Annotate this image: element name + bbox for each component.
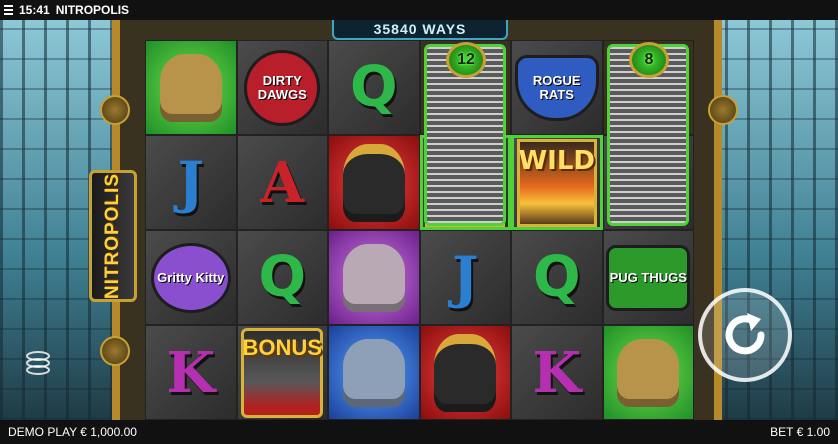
nitropolis-logo: NITROPOLIS bbox=[89, 170, 137, 302]
tower-counter-badge: 12 bbox=[446, 42, 486, 78]
reel-cell: Q bbox=[328, 40, 420, 135]
symbol-pug-icon bbox=[159, 53, 222, 122]
spin-arrow-icon bbox=[725, 313, 765, 355]
symbol-letter-j: J bbox=[452, 244, 479, 311]
coin-stack-icon[interactable] bbox=[24, 350, 64, 376]
symbol-emblem: DIRTY DAWGS bbox=[244, 49, 321, 126]
frame-knob-icon bbox=[100, 95, 130, 125]
reel-cell bbox=[328, 135, 420, 230]
reel-cell: DIRTY DAWGS bbox=[236, 40, 328, 135]
symbol-cat-icon bbox=[342, 243, 405, 312]
tower-counter-badge: 8 bbox=[629, 42, 669, 78]
symbol-dog-icon bbox=[434, 333, 497, 412]
reel-cell: J bbox=[419, 230, 511, 325]
balance-label: DEMO PLAY € 1,000.00 bbox=[8, 425, 137, 439]
bottom-bar: DEMO PLAY € 1,000.00 BET € 1.00 bbox=[0, 420, 838, 444]
spin-button[interactable] bbox=[698, 288, 792, 382]
game-title: NITROPOLIS bbox=[55, 3, 130, 17]
reel-cell: J bbox=[145, 135, 237, 230]
symbol-wild: WILD bbox=[516, 138, 597, 227]
reel-cell: WILD bbox=[511, 135, 603, 230]
reel-cell: ROGUE RATS bbox=[511, 40, 603, 135]
symbol-letter-k: K bbox=[532, 339, 582, 406]
frame-knob-icon bbox=[100, 336, 130, 366]
reel-cell bbox=[145, 40, 237, 135]
reel-cell bbox=[419, 325, 511, 420]
reel-cell: BONUS bbox=[236, 325, 328, 420]
symbol-emblem: PUG THUGS bbox=[606, 244, 691, 311]
reel-cell: Q bbox=[236, 230, 328, 325]
symbol-emblem: Gritty Kitty bbox=[150, 242, 231, 313]
symbol-letter-q: Q bbox=[349, 55, 398, 120]
symbol-emblem: ROGUE RATS bbox=[514, 54, 599, 121]
reel-cell: Q bbox=[511, 230, 603, 325]
bet-label[interactable]: BET € 1.00 bbox=[770, 425, 830, 439]
symbol-bonus: BONUS bbox=[241, 327, 324, 418]
reel-cell bbox=[602, 325, 694, 420]
reel-cell: PUG THUGS bbox=[602, 230, 694, 325]
reel-cell: K bbox=[511, 325, 603, 420]
reel-cell: Gritty Kitty bbox=[145, 230, 237, 325]
symbol-letter-q: Q bbox=[258, 245, 307, 310]
reel-cell bbox=[328, 325, 420, 420]
clock: 15:41 bbox=[19, 3, 50, 17]
symbol-letter-q: Q bbox=[532, 245, 581, 310]
symbol-dog-icon bbox=[342, 143, 405, 222]
ways-counter: 35840 WAYS bbox=[332, 20, 508, 40]
reel-cell: K bbox=[145, 325, 237, 420]
frame-knob-icon bbox=[708, 95, 738, 125]
reel-cell: A bbox=[236, 135, 328, 230]
symbol-rat-icon bbox=[342, 338, 405, 407]
reel-cell bbox=[328, 230, 420, 325]
symbol-letter-j: J bbox=[177, 149, 205, 216]
hamburger-icon[interactable] bbox=[4, 5, 13, 15]
symbol-letter-a: A bbox=[260, 149, 304, 216]
symbol-pug-icon bbox=[617, 338, 680, 407]
status-bar: 15:41 NITROPOLIS bbox=[0, 0, 838, 20]
symbol-letter-k: K bbox=[166, 339, 216, 406]
